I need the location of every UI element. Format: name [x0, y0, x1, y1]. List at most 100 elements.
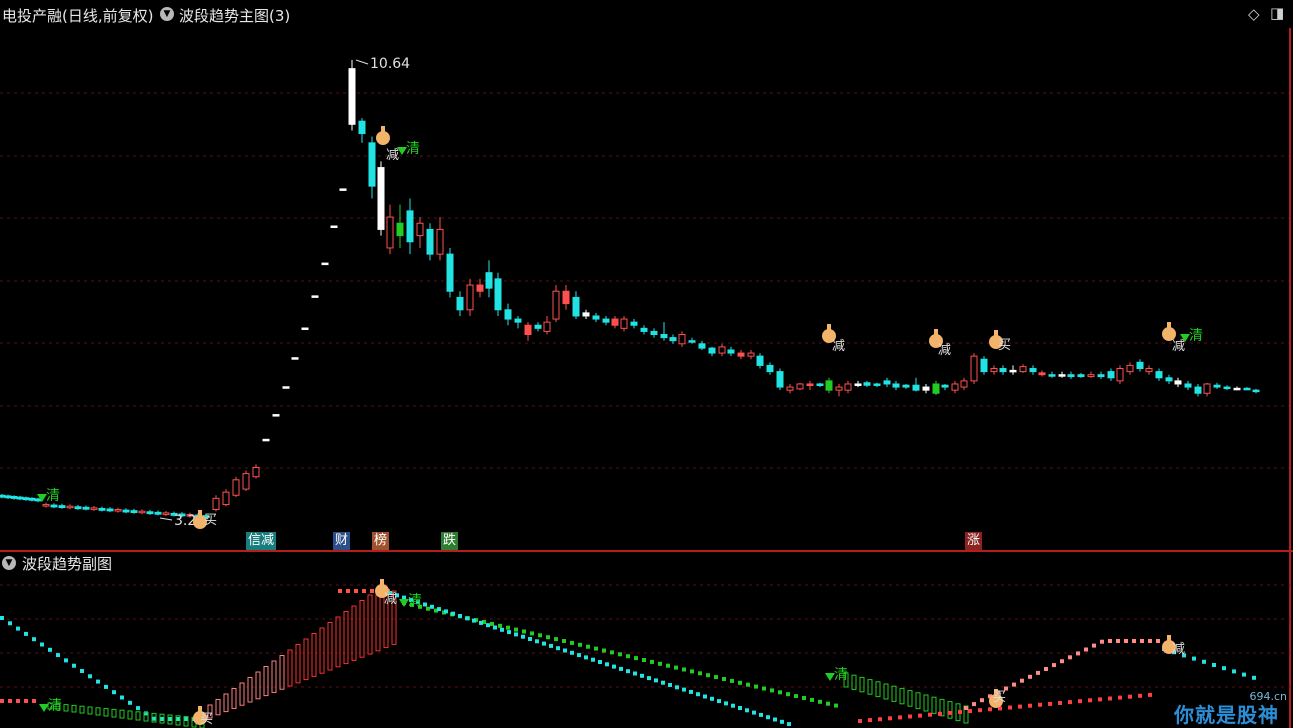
trend-dot — [1084, 647, 1088, 652]
indicator-title[interactable]: 波段趋势主图(3) — [179, 5, 290, 26]
candle-body — [122, 509, 130, 513]
trend-dot — [528, 637, 532, 641]
trend-dot — [1098, 697, 1102, 702]
chevron-down-icon[interactable]: ▼ — [2, 556, 16, 570]
candle-body — [708, 347, 716, 354]
candle-body — [990, 368, 998, 373]
main-price-chart[interactable]: 10.643.2清买减 清减减买减清 — [0, 28, 1290, 550]
candle-body — [688, 340, 696, 343]
candle-body — [311, 295, 319, 298]
candle-body — [436, 228, 444, 255]
trend-dot — [738, 706, 742, 710]
trend-dot — [661, 680, 665, 685]
trend-dot — [168, 717, 172, 721]
trend-bar — [95, 707, 101, 716]
candle-body — [82, 506, 90, 510]
candle-body — [1107, 371, 1115, 379]
candle-body — [1145, 368, 1153, 373]
chevron-down-icon[interactable]: ▼ — [160, 7, 174, 21]
trend-dot — [612, 664, 616, 669]
trend-dot — [549, 643, 553, 648]
reduce-signal-label: 减 — [938, 343, 951, 358]
event-tag[interactable]: 跌 — [441, 532, 459, 550]
candle-body — [321, 262, 329, 266]
trend-dot — [144, 711, 148, 716]
event-tag[interactable]: 榜 — [372, 532, 390, 550]
candle-body — [1165, 377, 1173, 382]
candle-body — [816, 383, 824, 386]
trend-bar — [287, 649, 293, 687]
candle-body — [562, 290, 570, 305]
trend-dot — [16, 626, 20, 631]
trend-dot — [1124, 639, 1128, 643]
trend-dot — [1028, 703, 1032, 708]
trend-dot — [514, 627, 518, 632]
trend-dot — [787, 722, 791, 727]
trend-dot — [56, 653, 60, 658]
trend-dot — [818, 699, 822, 704]
trend-dot — [948, 710, 952, 715]
trend-dot — [888, 716, 892, 721]
trend-dot — [928, 712, 932, 717]
trend-dot — [472, 618, 476, 623]
clear-signal-label: 清 — [48, 698, 62, 714]
candle-body — [1019, 366, 1027, 373]
trend-dot — [176, 717, 180, 721]
trend-dot — [1048, 701, 1052, 706]
trend-dot — [24, 631, 28, 636]
sub-indicator-title[interactable]: 波段趋势副图 — [22, 553, 112, 574]
trend-bar — [63, 704, 69, 712]
candle-body — [1213, 384, 1221, 388]
candle-body — [854, 383, 862, 386]
hand-icon — [198, 510, 202, 517]
trend-dot — [80, 669, 84, 673]
trend-dot — [24, 699, 28, 703]
trend-dot — [521, 634, 525, 639]
trend-dot — [1148, 692, 1152, 697]
candle-body — [1194, 386, 1202, 394]
trend-bar — [931, 696, 937, 714]
candle-body — [543, 321, 551, 332]
trend-dot — [1128, 694, 1132, 699]
trend-bar — [135, 711, 141, 721]
trend-dot — [1116, 639, 1120, 643]
panel-divider[interactable] — [0, 550, 1293, 552]
reduce-signal-label: 减 — [832, 339, 845, 354]
candle-body — [162, 512, 170, 515]
price-low-label: 3.2 — [174, 513, 196, 529]
trend-dot — [898, 715, 902, 720]
hand-icon — [376, 131, 390, 145]
trend-bar — [875, 681, 881, 698]
window-icon[interactable]: ◨ — [1270, 4, 1284, 22]
trend-dot — [0, 699, 4, 703]
trend-dot — [752, 710, 756, 715]
trend-dot — [754, 684, 758, 689]
trend-dot — [152, 716, 156, 721]
trend-dot — [556, 646, 560, 651]
trend-dot — [980, 698, 984, 703]
candle-body — [514, 318, 522, 323]
event-tag[interactable]: 信减 — [246, 532, 277, 550]
trend-bar — [103, 708, 109, 717]
trend-dot — [1232, 669, 1236, 674]
candle-body — [611, 318, 619, 326]
event-tag[interactable]: 涨 — [965, 532, 983, 550]
sub-indicator-chart[interactable]: 清买减 清清买减 — [0, 553, 1290, 728]
candle-body — [348, 68, 356, 125]
trend-dot — [538, 633, 542, 638]
trend-dot — [698, 671, 702, 676]
trend-dot — [16, 699, 20, 703]
event-tag[interactable]: 财 — [333, 532, 351, 550]
trend-dot — [610, 650, 614, 655]
trend-dot — [1018, 704, 1022, 709]
candle-body — [74, 506, 82, 510]
trend-dot — [786, 692, 790, 697]
candle-body — [416, 222, 424, 237]
diamond-icon[interactable]: ◇ — [1248, 5, 1260, 23]
trend-bar — [923, 694, 929, 712]
trend-dot — [8, 621, 12, 626]
candle-body — [534, 324, 542, 329]
trend-dot — [591, 657, 595, 662]
trend-dot — [668, 683, 672, 687]
candle-body — [932, 383, 940, 394]
